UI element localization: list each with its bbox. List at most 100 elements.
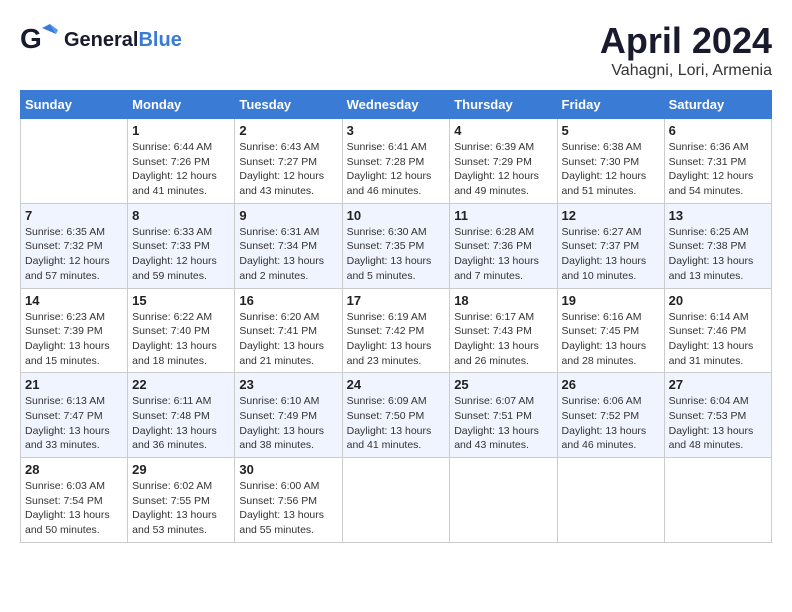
- day-info: Sunrise: 6:11 AMSunset: 7:48 PMDaylight:…: [132, 394, 230, 453]
- day-number: 21: [25, 377, 123, 392]
- day-info: Sunrise: 6:41 AMSunset: 7:28 PMDaylight:…: [347, 140, 446, 199]
- calendar-cell: 29 Sunrise: 6:02 AMSunset: 7:55 PMDayligh…: [128, 458, 235, 543]
- day-info: Sunrise: 6:09 AMSunset: 7:50 PMDaylight:…: [347, 394, 446, 453]
- day-info: Sunrise: 6:04 AMSunset: 7:53 PMDaylight:…: [669, 394, 767, 453]
- page-header: G GeneralBlue April 2024 Vahagni, Lori, …: [20, 20, 772, 80]
- calendar-cell: 27 Sunrise: 6:04 AMSunset: 7:53 PMDayligh…: [664, 373, 771, 458]
- calendar-cell: 20 Sunrise: 6:14 AMSunset: 7:46 PMDayligh…: [664, 288, 771, 373]
- calendar-cell: 23 Sunrise: 6:10 AMSunset: 7:49 PMDayligh…: [235, 373, 342, 458]
- calendar-week-4: 21 Sunrise: 6:13 AMSunset: 7:47 PMDayligh…: [21, 373, 772, 458]
- logo-icon: G: [20, 20, 60, 60]
- calendar-cell: 21 Sunrise: 6:13 AMSunset: 7:47 PMDayligh…: [21, 373, 128, 458]
- day-info: Sunrise: 6:02 AMSunset: 7:55 PMDaylight:…: [132, 479, 230, 538]
- day-info: Sunrise: 6:25 AMSunset: 7:38 PMDaylight:…: [669, 225, 767, 284]
- weekday-header-thursday: Thursday: [450, 91, 557, 119]
- day-number: 18: [454, 293, 552, 308]
- day-number: 26: [562, 377, 660, 392]
- calendar-cell: 2 Sunrise: 6:43 AMSunset: 7:27 PMDaylight…: [235, 119, 342, 204]
- calendar-cell: 14 Sunrise: 6:23 AMSunset: 7:39 PMDayligh…: [21, 288, 128, 373]
- day-number: 9: [239, 208, 337, 223]
- day-number: 7: [25, 208, 123, 223]
- day-info: Sunrise: 6:33 AMSunset: 7:33 PMDaylight:…: [132, 225, 230, 284]
- day-info: Sunrise: 6:06 AMSunset: 7:52 PMDaylight:…: [562, 394, 660, 453]
- title-block: April 2024 Vahagni, Lori, Armenia: [600, 20, 772, 80]
- weekday-header-saturday: Saturday: [664, 91, 771, 119]
- day-number: 23: [239, 377, 337, 392]
- day-number: 4: [454, 123, 552, 138]
- day-number: 17: [347, 293, 446, 308]
- day-info: Sunrise: 6:20 AMSunset: 7:41 PMDaylight:…: [239, 310, 337, 369]
- day-number: 15: [132, 293, 230, 308]
- calendar-cell: [450, 458, 557, 543]
- day-info: Sunrise: 6:19 AMSunset: 7:42 PMDaylight:…: [347, 310, 446, 369]
- day-number: 8: [132, 208, 230, 223]
- weekday-header-sunday: Sunday: [21, 91, 128, 119]
- day-info: Sunrise: 6:28 AMSunset: 7:36 PMDaylight:…: [454, 225, 552, 284]
- day-number: 11: [454, 208, 552, 223]
- calendar-cell: 1Sunrise: 6:44 AMSunset: 7:26 PMDaylight…: [128, 119, 235, 204]
- calendar-cell: [557, 458, 664, 543]
- weekday-header-wednesday: Wednesday: [342, 91, 450, 119]
- day-number: 28: [25, 462, 123, 477]
- day-number: 24: [347, 377, 446, 392]
- day-number: 10: [347, 208, 446, 223]
- calendar-cell: 5Sunrise: 6:38 AMSunset: 7:30 PMDaylight…: [557, 119, 664, 204]
- location-subtitle: Vahagni, Lori, Armenia: [600, 62, 772, 80]
- day-number: 25: [454, 377, 552, 392]
- day-number: 22: [132, 377, 230, 392]
- day-info: Sunrise: 6:16 AMSunset: 7:45 PMDaylight:…: [562, 310, 660, 369]
- svg-text:G: G: [20, 23, 42, 54]
- day-info: Sunrise: 6:14 AMSunset: 7:46 PMDaylight:…: [669, 310, 767, 369]
- day-number: 3: [347, 123, 446, 138]
- day-info: Sunrise: 6:27 AMSunset: 7:37 PMDaylight:…: [562, 225, 660, 284]
- calendar-week-1: 1Sunrise: 6:44 AMSunset: 7:26 PMDaylight…: [21, 119, 772, 204]
- day-number: 20: [669, 293, 767, 308]
- day-info: Sunrise: 6:31 AMSunset: 7:34 PMDaylight:…: [239, 225, 337, 284]
- calendar-cell: 9 Sunrise: 6:31 AMSunset: 7:34 PMDaylight…: [235, 203, 342, 288]
- calendar-cell: [664, 458, 771, 543]
- day-info: Sunrise: 6:43 AMSunset: 7:27 PMDaylight:…: [239, 140, 337, 199]
- day-number: 13: [669, 208, 767, 223]
- calendar-week-2: 7 Sunrise: 6:35 AMSunset: 7:32 PMDaylight…: [21, 203, 772, 288]
- day-number: 1: [132, 123, 230, 138]
- calendar-cell: 17 Sunrise: 6:19 AMSunset: 7:42 PMDayligh…: [342, 288, 450, 373]
- logo-general: General: [64, 29, 138, 51]
- day-info: Sunrise: 6:17 AMSunset: 7:43 PMDaylight:…: [454, 310, 552, 369]
- calendar-cell: 25 Sunrise: 6:07 AMSunset: 7:51 PMDayligh…: [450, 373, 557, 458]
- calendar-cell: 19 Sunrise: 6:16 AMSunset: 7:45 PMDayligh…: [557, 288, 664, 373]
- day-number: 29: [132, 462, 230, 477]
- calendar-cell: 26 Sunrise: 6:06 AMSunset: 7:52 PMDayligh…: [557, 373, 664, 458]
- day-info: Sunrise: 6:36 AMSunset: 7:31 PMDaylight:…: [669, 140, 767, 199]
- calendar-cell: 7 Sunrise: 6:35 AMSunset: 7:32 PMDaylight…: [21, 203, 128, 288]
- day-info: Sunrise: 6:10 AMSunset: 7:49 PMDaylight:…: [239, 394, 337, 453]
- day-number: 14: [25, 293, 123, 308]
- day-info: Sunrise: 6:13 AMSunset: 7:47 PMDaylight:…: [25, 394, 123, 453]
- calendar-week-3: 14 Sunrise: 6:23 AMSunset: 7:39 PMDayligh…: [21, 288, 772, 373]
- calendar-cell: 24 Sunrise: 6:09 AMSunset: 7:50 PMDayligh…: [342, 373, 450, 458]
- calendar-table: SundayMondayTuesdayWednesdayThursdayFrid…: [20, 90, 772, 543]
- logo-blue: Blue: [138, 29, 181, 51]
- weekday-header-tuesday: Tuesday: [235, 91, 342, 119]
- weekday-header-friday: Friday: [557, 91, 664, 119]
- day-info: Sunrise: 6:07 AMSunset: 7:51 PMDaylight:…: [454, 394, 552, 453]
- month-title: April 2024: [600, 20, 772, 62]
- day-info: Sunrise: 6:00 AMSunset: 7:56 PMDaylight:…: [239, 479, 337, 538]
- day-info: Sunrise: 6:23 AMSunset: 7:39 PMDaylight:…: [25, 310, 123, 369]
- calendar-cell: 16Sunrise: 6:20 AMSunset: 7:41 PMDayligh…: [235, 288, 342, 373]
- weekday-header-row: SundayMondayTuesdayWednesdayThursdayFrid…: [21, 91, 772, 119]
- calendar-cell: 6Sunrise: 6:36 AMSunset: 7:31 PMDaylight…: [664, 119, 771, 204]
- calendar-cell: [342, 458, 450, 543]
- logo: G GeneralBlue: [20, 20, 182, 60]
- calendar-cell: 22 Sunrise: 6:11 AMSunset: 7:48 PMDayligh…: [128, 373, 235, 458]
- day-info: Sunrise: 6:39 AMSunset: 7:29 PMDaylight:…: [454, 140, 552, 199]
- calendar-cell: [21, 119, 128, 204]
- day-number: 27: [669, 377, 767, 392]
- calendar-cell: 30Sunrise: 6:00 AMSunset: 7:56 PMDayligh…: [235, 458, 342, 543]
- day-info: Sunrise: 6:03 AMSunset: 7:54 PMDaylight:…: [25, 479, 123, 538]
- weekday-header-monday: Monday: [128, 91, 235, 119]
- calendar-cell: 12Sunrise: 6:27 AMSunset: 7:37 PMDayligh…: [557, 203, 664, 288]
- day-number: 19: [562, 293, 660, 308]
- day-number: 2: [239, 123, 337, 138]
- day-info: Sunrise: 6:35 AMSunset: 7:32 PMDaylight:…: [25, 225, 123, 284]
- day-info: Sunrise: 6:22 AMSunset: 7:40 PMDaylight:…: [132, 310, 230, 369]
